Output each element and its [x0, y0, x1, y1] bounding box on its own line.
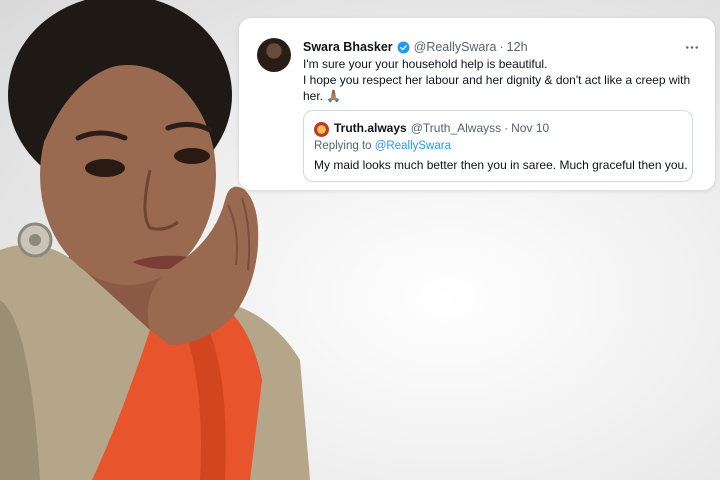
tweet-text-line: her. 🙏🏽 — [303, 89, 342, 103]
right-eye — [174, 148, 210, 164]
tweet-text-line: I'm sure your your household help is bea… — [303, 57, 548, 71]
quoted-tweet[interactable]: Truth.always @Truth_Alwayss · Nov 10 Rep… — [303, 110, 693, 182]
quoted-tweet-text: My maid looks much better then you in sa… — [314, 158, 688, 172]
more-options-icon[interactable] — [683, 38, 701, 56]
verified-badge-icon — [397, 41, 410, 54]
replying-to-handle[interactable]: @ReallySwara — [375, 140, 451, 152]
tweet-header: Swara Bhasker @ReallySwara · 12h — [303, 38, 701, 56]
left-eye — [85, 159, 125, 177]
quoted-author-name[interactable]: Truth.always — [334, 121, 407, 135]
tweet-text: I'm sure your your household help is bea… — [303, 56, 703, 104]
quoted-tweet-timestamp[interactable]: Nov 10 — [511, 121, 549, 135]
quoted-author-handle[interactable]: @Truth_Alwayss — [411, 121, 501, 135]
quoted-tweet-header: Truth.always @Truth_Alwayss · Nov 10 — [334, 121, 549, 135]
separator-dot: · — [499, 40, 504, 54]
tweet-card[interactable]: Swara Bhasker @ReallySwara · 12h I'm sur… — [239, 18, 715, 190]
author-avatar[interactable] — [257, 38, 291, 72]
tweet-text-line: I hope you respect her labour and her di… — [303, 73, 691, 87]
replying-to-label: Replying to — [314, 140, 372, 152]
tweet-timestamp[interactable]: 12h — [507, 40, 528, 54]
replying-to-line: Replying to @ReallySwara — [314, 140, 451, 152]
quoted-author-avatar[interactable] — [314, 122, 329, 137]
quoted-separator-dot: · — [504, 121, 509, 135]
author-handle[interactable]: @ReallySwara — [414, 40, 497, 54]
author-name[interactable]: Swara Bhasker — [303, 40, 393, 54]
